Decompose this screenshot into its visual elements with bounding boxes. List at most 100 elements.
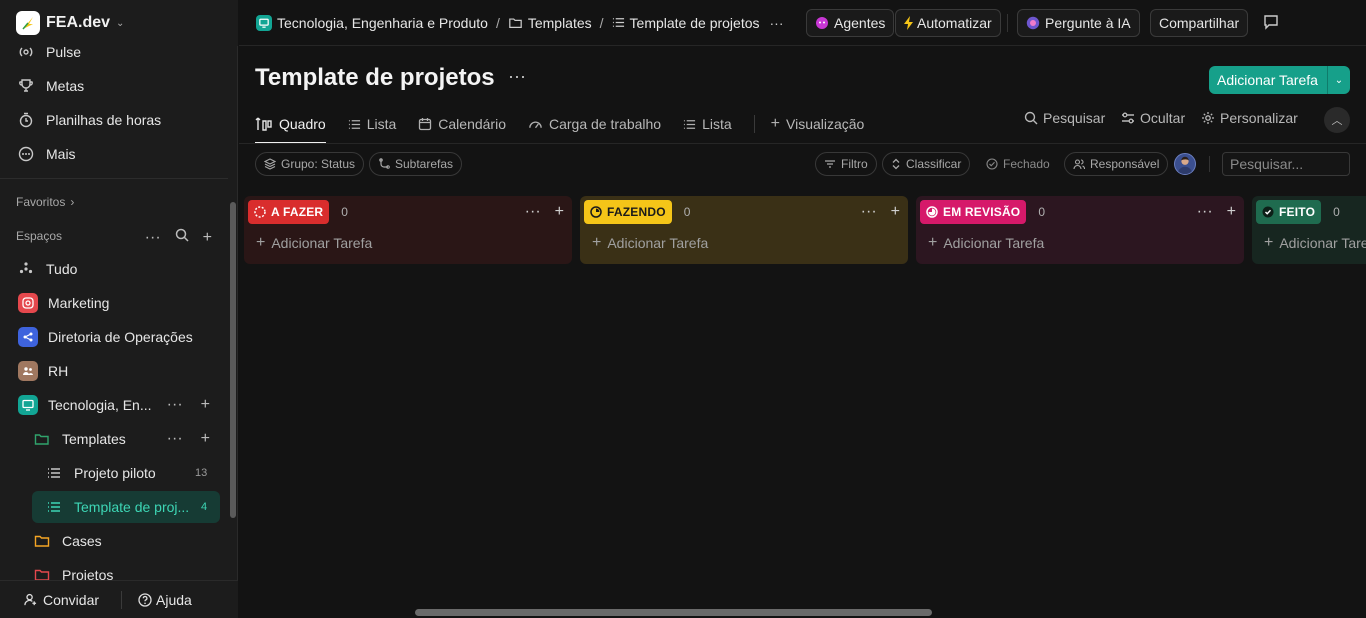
- add-task-button[interactable]: Adicionar Tarefa ⌄: [1209, 66, 1350, 94]
- status-badge[interactable]: A FAZER: [248, 200, 330, 224]
- search-icon: [1024, 111, 1038, 125]
- subtasks-chip[interactable]: Subtarefas: [369, 152, 463, 176]
- tab-label: Carga de trabalho: [549, 116, 662, 132]
- workspace-switcher[interactable]: FEA.dev ⌄: [0, 0, 238, 46]
- tab-divider: [753, 115, 755, 133]
- ask-ai-button[interactable]: Pergunte à IA: [1017, 9, 1140, 37]
- plus-icon[interactable]: +: [891, 203, 900, 221]
- column-count: 0: [1333, 205, 1340, 219]
- space-marketing[interactable]: Marketing: [18, 288, 109, 318]
- avatar[interactable]: [1174, 153, 1196, 175]
- sidebar-item-label: Tudo: [46, 261, 78, 277]
- more-icon[interactable]: ···: [508, 66, 526, 87]
- group-by-chip[interactable]: Grupo: Status: [255, 152, 365, 176]
- add-view-button[interactable]: + Visualização: [771, 104, 865, 144]
- space-operations[interactable]: Diretoria de Operações: [18, 322, 193, 352]
- sort-chip[interactable]: Classificar: [882, 152, 971, 176]
- sidebar-item-label: Projeto piloto: [74, 465, 156, 481]
- share-icon: [18, 327, 38, 347]
- sidebar-item-timesheets[interactable]: Planilhas de horas: [16, 105, 161, 135]
- add-task-label: Adicionar Tarefa: [607, 235, 709, 251]
- search-icon[interactable]: [175, 228, 189, 247]
- tab-label: Lista: [702, 116, 732, 132]
- tab-label: Visualização: [786, 116, 865, 132]
- tab-calendar[interactable]: Calendário: [418, 104, 506, 144]
- tab-board[interactable]: Quadro: [255, 104, 326, 144]
- breadcrumb-list[interactable]: Template de projetos: [630, 15, 760, 31]
- plus-icon[interactable]: +: [201, 430, 210, 448]
- list-template-projetos[interactable]: Template de proj...: [44, 492, 189, 522]
- list-projeto-piloto[interactable]: Projeto piloto: [44, 458, 156, 488]
- chevron-down-icon[interactable]: ⌄: [1327, 66, 1350, 94]
- search-input[interactable]: [1222, 152, 1350, 176]
- comment-icon[interactable]: [1263, 14, 1279, 33]
- space-rh[interactable]: RH: [18, 356, 68, 386]
- favorites-header[interactable]: Favoritos ›: [16, 195, 74, 209]
- ai-sparkle-icon: [1026, 16, 1040, 30]
- list-icon: [44, 463, 64, 483]
- chevron-down-icon: ⌄: [116, 17, 125, 29]
- folder-cases[interactable]: Cases: [32, 526, 102, 556]
- more-icon[interactable]: ···: [167, 430, 183, 448]
- status-badge[interactable]: EM REVISÃO: [920, 200, 1027, 224]
- sidebar-item-label: RH: [48, 363, 69, 379]
- add-task-label: Adicionar Tarefa: [943, 235, 1045, 251]
- status-label: FAZENDO: [607, 205, 666, 219]
- add-task-inline[interactable]: + Adicionar Tarefa: [592, 234, 708, 252]
- tab-list[interactable]: Lista: [348, 104, 396, 144]
- assignee-chip[interactable]: Responsável: [1064, 152, 1169, 176]
- users-icon: [1073, 158, 1085, 170]
- plus-icon[interactable]: +: [555, 203, 564, 221]
- more-icon[interactable]: ···: [770, 15, 784, 31]
- column-actions: ··· +: [861, 203, 900, 221]
- add-task-label: Adicionar Tarefa: [1217, 72, 1318, 88]
- closed-chip[interactable]: Fechado: [977, 152, 1059, 176]
- more-icon[interactable]: ···: [145, 229, 161, 247]
- marketing-icon: [18, 293, 38, 313]
- status-badge[interactable]: FAZENDO: [584, 200, 672, 224]
- search-tool[interactable]: Pesquisar: [1024, 110, 1105, 126]
- help-button[interactable]: Ajuda: [138, 592, 192, 608]
- filter-chip[interactable]: Filtro: [815, 152, 877, 176]
- more-icon[interactable]: ···: [167, 396, 183, 414]
- page-title: Template de projetos: [255, 64, 495, 91]
- more-icon[interactable]: ···: [1197, 203, 1213, 221]
- plus-icon: +: [256, 234, 266, 251]
- space-all[interactable]: Tudo: [16, 254, 77, 284]
- sidebar-item-label: Templates: [62, 431, 126, 447]
- group-by-label: Grupo: Status: [281, 157, 356, 171]
- automate-button[interactable]: Automatizar: [895, 9, 1001, 37]
- invite-button[interactable]: Convidar: [24, 592, 99, 608]
- agents-button[interactable]: Agentes: [806, 9, 895, 37]
- list-icon: [683, 118, 696, 131]
- breadcrumb-folder[interactable]: Templates: [528, 15, 592, 31]
- sidebar: Pulse Metas Planilhas de horas Mais Favo…: [0, 0, 238, 618]
- layers-icon: [264, 158, 276, 170]
- plus-icon[interactable]: +: [203, 229, 212, 247]
- add-task-inline[interactable]: + Adicionar Tarefa: [256, 234, 372, 252]
- progress-circle-icon: [926, 206, 938, 218]
- plus-icon[interactable]: +: [201, 396, 210, 414]
- more-icon[interactable]: ···: [861, 203, 877, 221]
- add-task-inline[interactable]: + Adicionar Tarefa: [1264, 234, 1366, 252]
- chevron-up-icon[interactable]: ︿: [1324, 107, 1350, 133]
- folder-projetos[interactable]: Projetos: [32, 560, 113, 580]
- hide-tool[interactable]: Ocultar: [1121, 110, 1185, 126]
- monitor-icon: [18, 395, 38, 415]
- all-icon: [16, 259, 36, 279]
- tab-list-2[interactable]: Lista: [683, 104, 732, 144]
- sidebar-scrollbar[interactable]: [230, 202, 236, 518]
- share-button[interactable]: Compartilhar: [1150, 9, 1249, 37]
- add-task-inline[interactable]: + Adicionar Tarefa: [928, 234, 1044, 252]
- status-badge[interactable]: FEITO: [1256, 200, 1322, 224]
- plus-icon[interactable]: +: [1227, 203, 1236, 221]
- board-horizontal-scrollbar[interactable]: [415, 609, 932, 616]
- folder-templates[interactable]: Templates: [32, 424, 126, 454]
- sidebar-item-more[interactable]: Mais: [16, 139, 76, 169]
- more-icon[interactable]: ···: [525, 203, 541, 221]
- breadcrumb-space[interactable]: Tecnologia, Engenharia e Produto: [277, 15, 488, 31]
- customize-tool[interactable]: Personalizar: [1201, 110, 1298, 126]
- sidebar-item-metas[interactable]: Metas: [16, 71, 84, 101]
- space-tecnologia[interactable]: Tecnologia, En...: [18, 390, 152, 420]
- tab-workload[interactable]: Carga de trabalho: [528, 104, 661, 144]
